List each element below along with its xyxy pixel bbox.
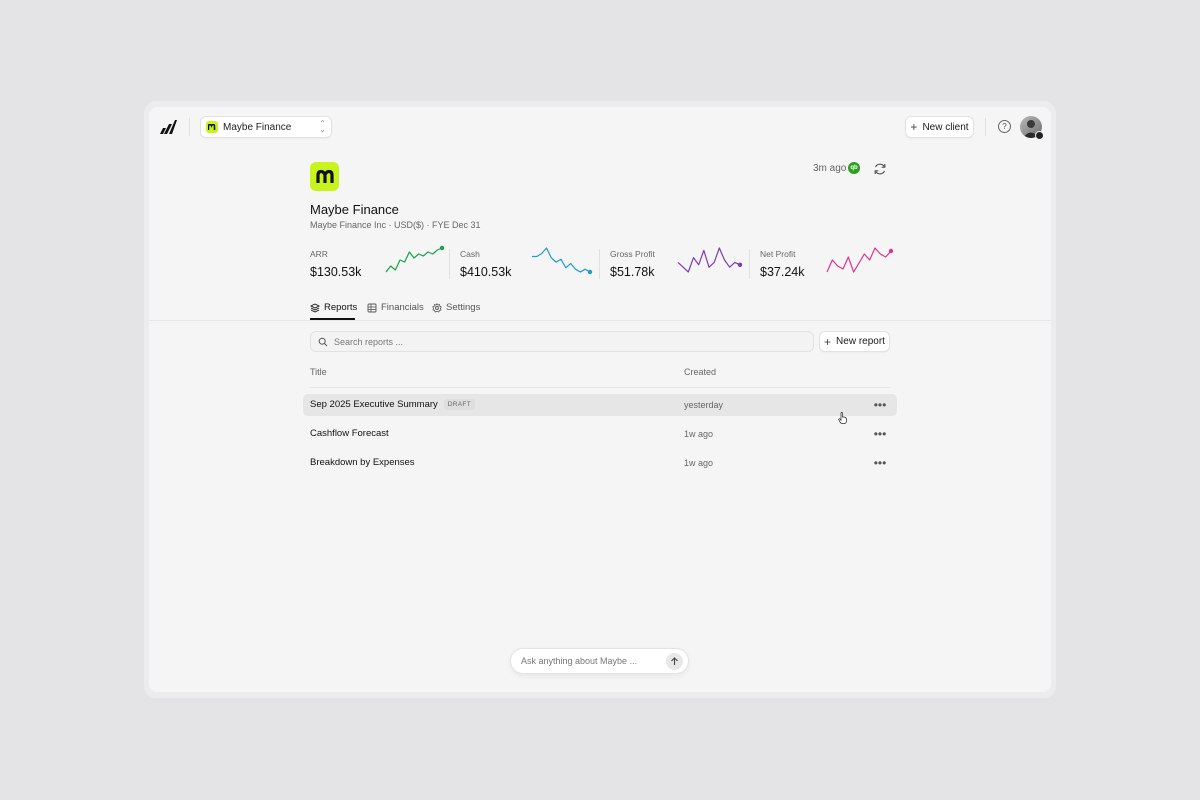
help-circle-icon[interactable]: ? (998, 120, 1011, 133)
report-title-cell: Breakdown by Expenses (310, 457, 415, 468)
metric-value-cash: $410.53k (460, 265, 512, 279)
sync-time: 3m ago (813, 163, 847, 174)
table-row[interactable]: Breakdown by Expenses 1w ago ••• (303, 452, 897, 474)
chevron-up-down-icon: ⌃ ⌄ (319, 119, 326, 134)
sparkline-path (826, 247, 892, 273)
report-title: Cashflow Forecast (310, 428, 389, 439)
arrow-up-icon (671, 657, 678, 665)
table-header-divider (310, 387, 890, 388)
table-row[interactable]: Sep 2025 Executive Summary DRAFT yesterd… (303, 394, 897, 416)
tab-financials[interactable]: Financials (367, 302, 424, 313)
report-created: yesterday (684, 400, 724, 410)
sparkline-arr (385, 245, 445, 273)
metric-value-arr: $130.53k (310, 265, 362, 279)
report-created: 1w ago (684, 458, 714, 468)
sparkline-end-dot (888, 248, 894, 254)
sparkline-path (532, 247, 591, 273)
table-icon (367, 303, 377, 312)
tab-reports[interactable]: Reports (310, 302, 357, 313)
tab-label: Settings (446, 302, 481, 313)
report-title: Breakdown by Expenses (310, 457, 415, 468)
report-created: 1w ago (684, 429, 714, 439)
tabs-divider (149, 320, 1051, 321)
more-options-icon[interactable]: ••• (873, 423, 887, 445)
send-button[interactable] (666, 653, 683, 670)
sparkline-path (677, 247, 741, 273)
app-logo-icon[interactable] (159, 119, 177, 135)
metric-label-arr: ARR (310, 249, 328, 259)
refresh-icon[interactable] (873, 162, 887, 176)
metric-value-gross-profit: $51.78k (610, 265, 655, 279)
sparkline-path (385, 247, 443, 273)
divider (985, 118, 986, 136)
column-header-title[interactable]: Title (310, 367, 327, 377)
more-options-icon[interactable]: ••• (873, 452, 887, 474)
metric-value-net-profit: $37.24k (760, 265, 805, 279)
ask-input[interactable] (521, 656, 661, 666)
app-window: Maybe Finance ⌃ ⌄ + New client ? 3m ago q… (149, 107, 1051, 692)
tab-label: Financials (381, 302, 424, 313)
quickbooks-badge: qb (848, 162, 860, 174)
report-title: Sep 2025 Executive Summary (310, 399, 438, 410)
gear-icon (432, 302, 442, 313)
divider (449, 249, 450, 279)
tab-label: Reports (324, 302, 358, 313)
plus-icon: + (824, 334, 832, 349)
new-report-button[interactable]: + New report (819, 331, 890, 352)
client-logo (310, 162, 339, 191)
avatar-status-badge (1035, 131, 1044, 140)
sparkline-end-dot (587, 269, 593, 275)
column-header-created[interactable]: Created (684, 367, 716, 377)
tab-settings[interactable]: Settings (432, 302, 480, 313)
sparkline-end-dot (439, 245, 445, 251)
maybe-logo-icon (206, 121, 218, 133)
client-subtitle: Maybe Finance Inc · USD($) · FYE Dec 31 (310, 220, 481, 230)
divider (599, 249, 600, 279)
draft-badge: DRAFT (443, 399, 475, 410)
ask-ai-bar (510, 648, 689, 674)
sparkline-net-profit (826, 247, 894, 273)
report-title-cell: Cashflow Forecast (310, 428, 389, 439)
metric-label-net-profit: Net Profit (760, 249, 796, 259)
plus-icon: + (910, 120, 918, 134)
more-options-icon[interactable]: ••• (873, 394, 887, 416)
search-reports (310, 331, 814, 352)
org-switcher[interactable]: Maybe Finance ⌃ ⌄ (200, 116, 332, 138)
table-row[interactable]: Cashflow Forecast 1w ago ••• (303, 423, 897, 445)
sparkline-end-dot (737, 262, 743, 267)
divider (749, 249, 750, 279)
pointer-cursor-icon (838, 412, 847, 424)
layers-icon (310, 302, 320, 313)
sparkline-cash (532, 247, 593, 275)
org-switcher-label: Maybe Finance (223, 121, 292, 133)
sparkline-gross-profit (677, 247, 743, 273)
report-title-cell: Sep 2025 Executive Summary DRAFT (310, 399, 475, 410)
search-input[interactable] (334, 336, 794, 347)
new-client-label: New client (922, 121, 969, 133)
metric-label-cash: Cash (460, 249, 480, 259)
client-name: Maybe Finance (310, 202, 399, 217)
new-report-label: New report (836, 336, 885, 347)
metric-label-gross-profit: Gross Profit (610, 249, 655, 259)
divider (189, 118, 190, 136)
new-client-button[interactable]: + New client (905, 116, 974, 138)
search-icon (318, 337, 328, 346)
